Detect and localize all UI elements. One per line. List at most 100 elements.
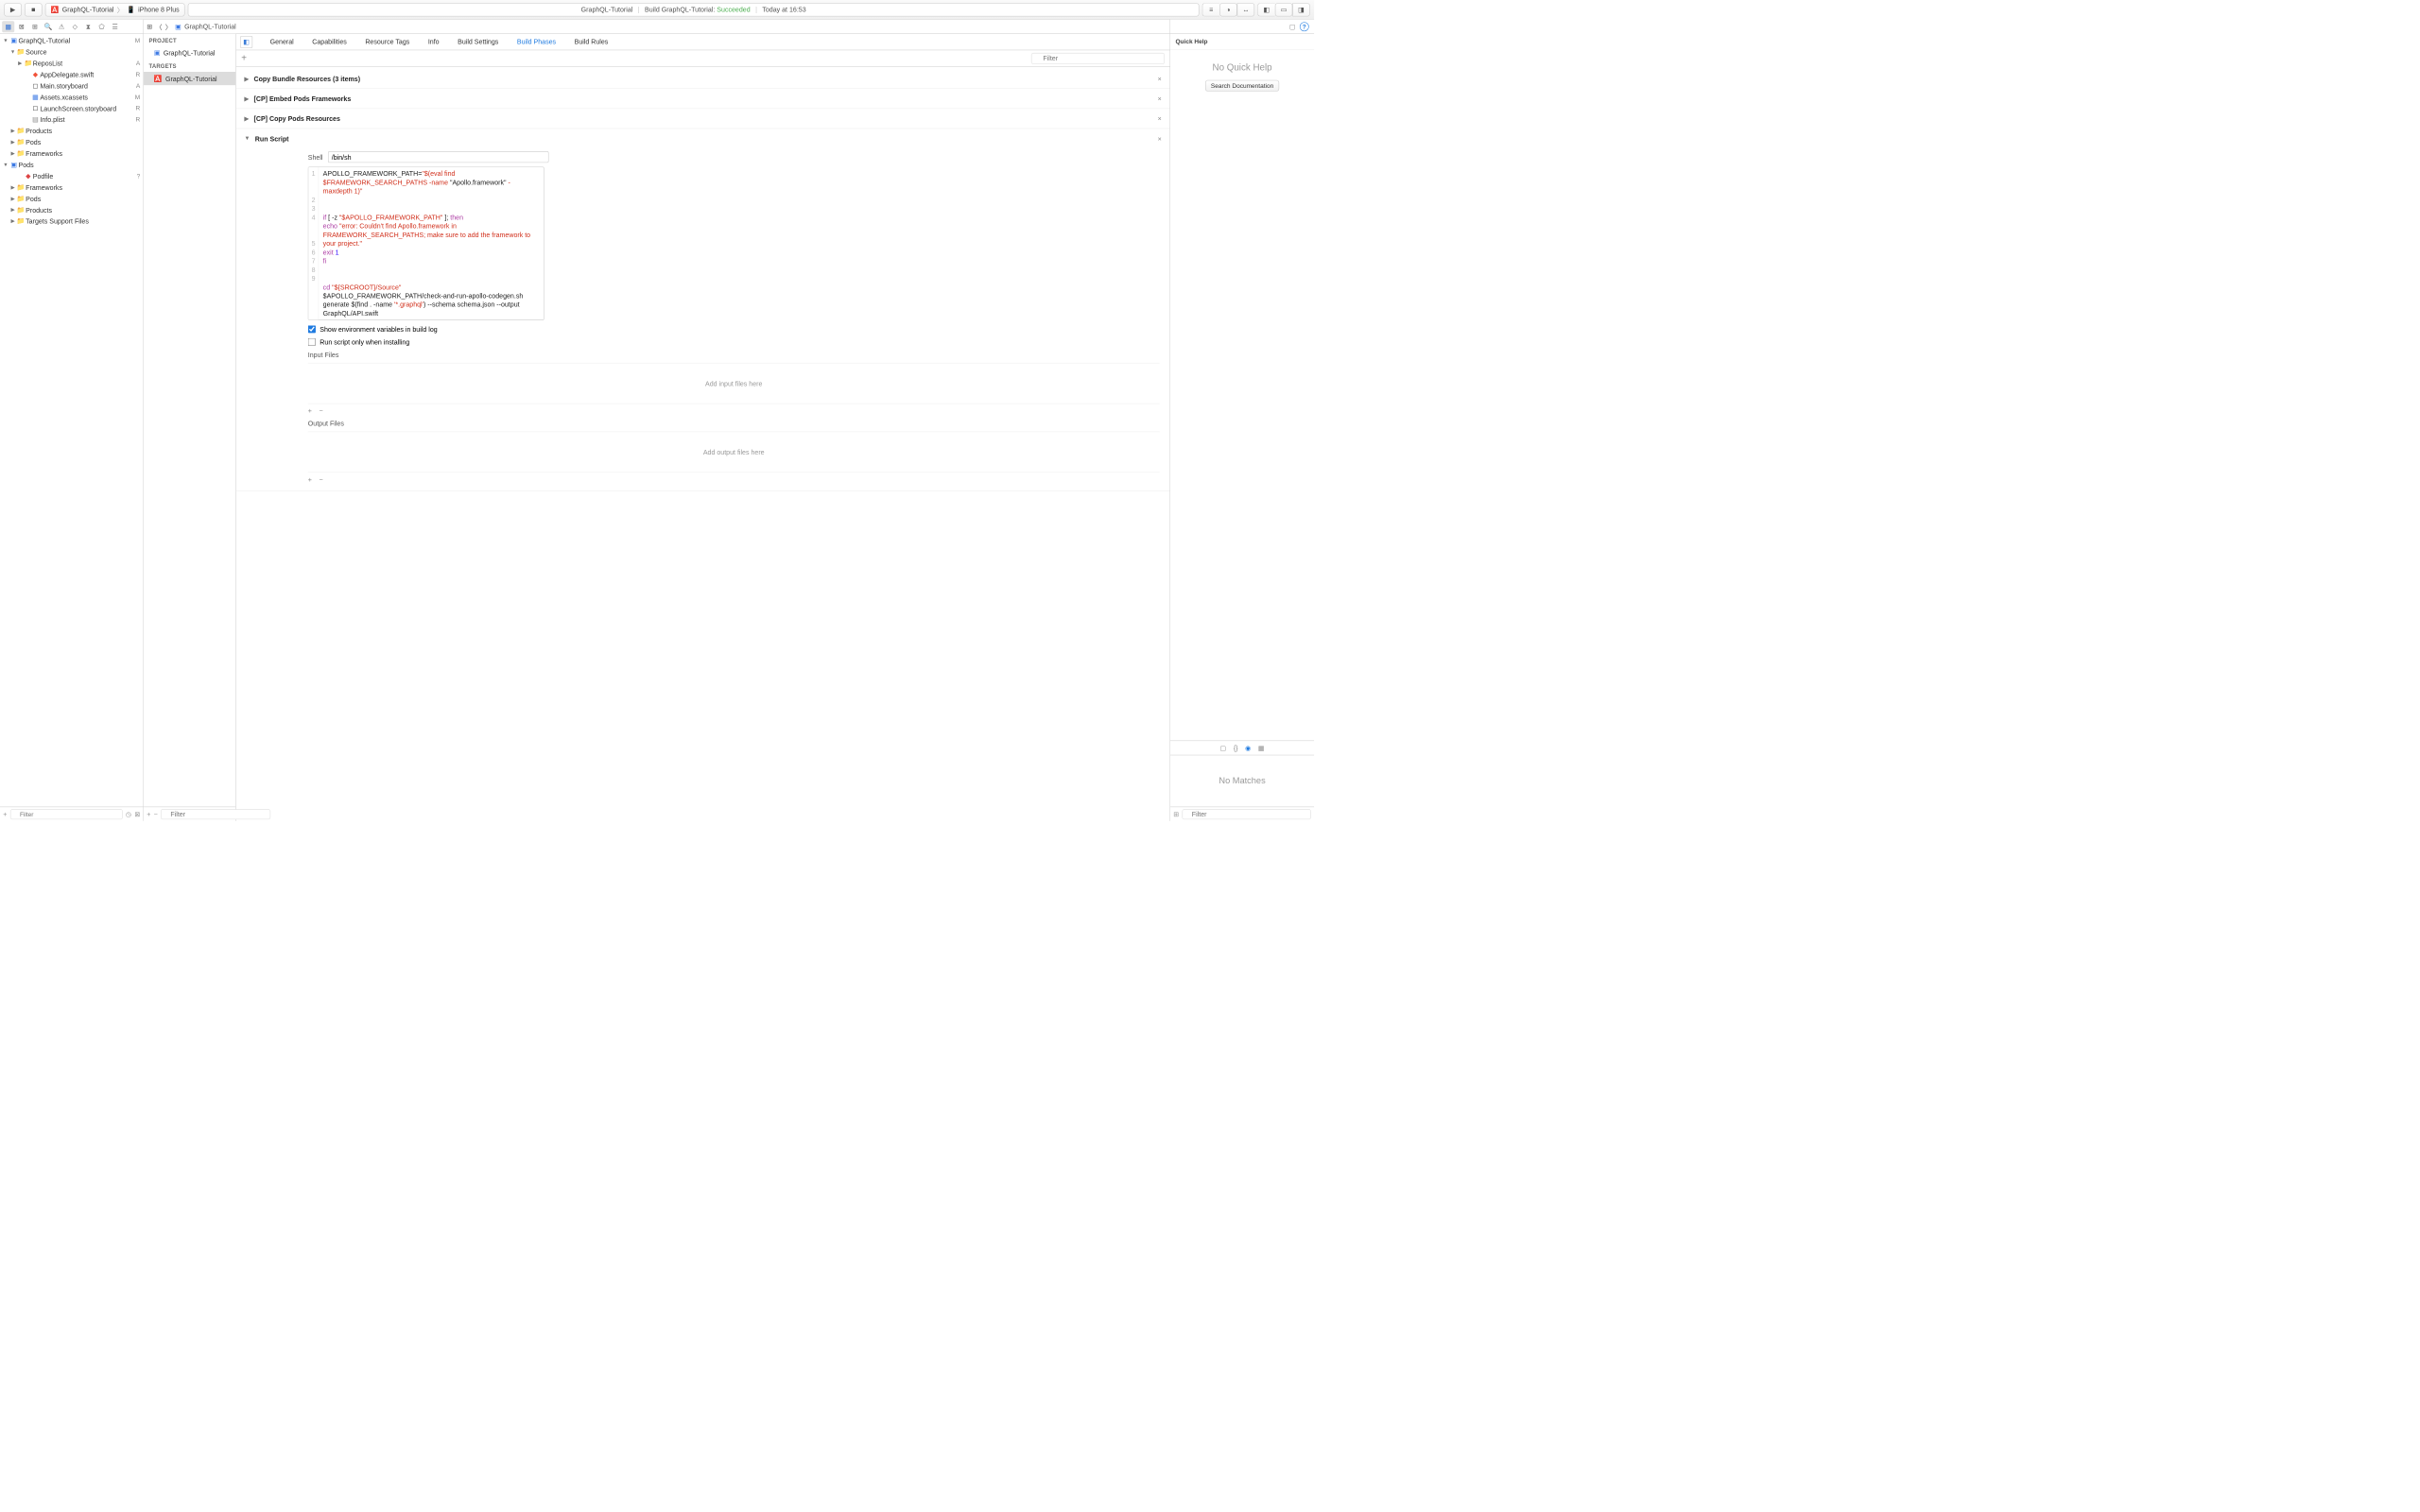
add-input-button[interactable]: +: [308, 407, 312, 415]
toggle-navigator-button[interactable]: ◧: [1257, 3, 1274, 16]
phase-copy-pods[interactable]: ▶[CP] Copy Pods Resources×: [236, 109, 1170, 129]
script-code[interactable]: APOLLO_FRAMEWORK_PATH="$(eval find $FRAM…: [319, 167, 544, 319]
tree-folder[interactable]: Pods: [26, 138, 140, 146]
forward-button[interactable]: 〉: [165, 22, 172, 31]
add-output-button[interactable]: +: [308, 475, 312, 483]
targets-header: TARGETS: [144, 60, 235, 72]
script-editor[interactable]: 1 234 56789 APOLLO_FRAMEWORK_PATH="$(eva…: [308, 166, 544, 319]
app-icon: 🅰️: [51, 6, 60, 14]
tab-capabilities[interactable]: Capabilities: [303, 34, 356, 50]
recent-icon[interactable]: ◷: [126, 810, 131, 818]
quick-help-tab[interactable]: ?: [1300, 22, 1309, 31]
close-icon[interactable]: ×: [1158, 94, 1162, 102]
output-files-drop[interactable]: Add output files here: [308, 432, 1160, 472]
scheme-selector[interactable]: 🅰️ GraphQL-Tutorial 〉 📱 iPhone 8 Plus: [45, 3, 185, 16]
tab-build-phases[interactable]: Build Phases: [508, 34, 565, 50]
phase-copy-bundle[interactable]: ▶Copy Bundle Resources (3 items)×: [236, 69, 1170, 89]
object-library-tab[interactable]: ◉: [1245, 744, 1251, 752]
tree-folder[interactable]: Targets Support Files: [26, 217, 140, 225]
grid-icon[interactable]: ⊞: [1173, 810, 1179, 818]
project-item[interactable]: ▣GraphQL-Tutorial: [144, 46, 235, 60]
assistant-editor-button[interactable]: ◑: [1219, 3, 1236, 16]
input-files-drop[interactable]: Add input files here: [308, 363, 1160, 404]
close-icon[interactable]: ×: [1158, 114, 1162, 122]
tab-info[interactable]: Info: [419, 34, 448, 50]
file-template-tab[interactable]: ▢: [1220, 744, 1227, 752]
breakpoint-navigator-tab[interactable]: ⬠: [95, 21, 108, 32]
shell-label: Shell: [308, 153, 323, 161]
add-button[interactable]: +: [3, 810, 7, 817]
tree-file[interactable]: AppDelegate.swift: [40, 71, 135, 78]
remove-target-button[interactable]: −: [154, 810, 158, 817]
scheme-name: GraphQL-Tutorial: [62, 6, 114, 13]
stop-button[interactable]: ■: [25, 3, 42, 16]
tree-file[interactable]: Info.plist: [40, 115, 135, 123]
tree-file[interactable]: Main.storyboard: [40, 82, 136, 90]
output-files-header: Output Files: [308, 420, 1160, 427]
version-editor-button[interactable]: ↔: [1237, 3, 1254, 16]
code-snippet-tab[interactable]: {}: [1234, 744, 1238, 751]
phase-embed-pods[interactable]: ▶[CP] Embed Pods Frameworks×: [236, 89, 1170, 109]
navigator-filter-input[interactable]: [10, 809, 123, 819]
related-items-icon[interactable]: ⊞: [147, 23, 152, 31]
remove-input-button[interactable]: −: [320, 407, 323, 415]
tab-resource-tags[interactable]: Resource Tags: [356, 34, 420, 50]
run-button[interactable]: ▶: [4, 3, 21, 16]
editor-tabs: ◧ General Capabilities Resource Tags Inf…: [236, 34, 1170, 50]
symbol-navigator-tab[interactable]: ⊞: [28, 21, 41, 32]
jump-bar[interactable]: ⊞ 〈〉 ▣GraphQL-Tutorial: [144, 20, 1169, 34]
close-icon[interactable]: ×: [1158, 75, 1162, 82]
inspector-area: ▢ ? Quick Help No Quick Help Search Docu…: [1170, 20, 1314, 821]
media-library-tab[interactable]: ▦: [1258, 744, 1265, 752]
remove-output-button[interactable]: −: [320, 475, 323, 483]
navigator-area: ▦ ⊠ ⊞ 🔍 ⚠ ◇ ⧗ ⬠ ☰ ▼▣GraphQL-TutorialM ▼📁…: [0, 20, 144, 821]
jumpbar-project[interactable]: GraphQL-Tutorial: [184, 23, 236, 30]
tree-folder[interactable]: Frameworks: [26, 149, 140, 157]
tree-file[interactable]: Assets.xcassets: [40, 94, 134, 101]
shell-input[interactable]: [328, 151, 548, 163]
editor-area: ⊞ 〈〉 ▣GraphQL-Tutorial PROJECT ▣GraphQL-…: [144, 20, 1170, 821]
library-filter-input[interactable]: [1182, 809, 1310, 819]
project-navigator-tab[interactable]: ▦: [2, 21, 14, 32]
scm-icon[interactable]: ⊠: [134, 810, 140, 818]
device-icon: 📱: [127, 6, 135, 14]
issue-navigator-tab[interactable]: ⚠: [56, 21, 68, 32]
show-targets-button[interactable]: ◧: [240, 36, 252, 48]
tab-general[interactable]: General: [261, 34, 303, 50]
phase-run-script[interactable]: ▼Run Script×: [236, 129, 1170, 148]
target-item[interactable]: 🅰️GraphQL-Tutorial: [144, 72, 235, 85]
tree-file[interactable]: LaunchScreen.storyboard: [40, 105, 135, 112]
search-documentation-button[interactable]: Search Documentation: [1205, 80, 1279, 92]
show-env-label: Show environment variables in build log: [320, 325, 437, 333]
toggle-inspector-button[interactable]: ◨: [1292, 3, 1309, 16]
tree-root[interactable]: Pods: [19, 161, 141, 168]
activity-view: GraphQL-Tutorial | Build GraphQL-Tutoria…: [188, 3, 1200, 16]
project-tree[interactable]: ▼▣GraphQL-TutorialM ▼📁Source ▶📁ReposList…: [0, 34, 143, 807]
show-env-checkbox[interactable]: [308, 325, 316, 333]
tree-root[interactable]: GraphQL-Tutorial: [19, 37, 135, 44]
add-phase-button[interactable]: +: [241, 53, 247, 63]
file-inspector-tab[interactable]: ▢: [1289, 23, 1296, 31]
source-control-navigator-tab[interactable]: ⊠: [15, 21, 27, 32]
tree-folder[interactable]: Source: [26, 48, 140, 56]
target-filter-bar: + −: [144, 807, 235, 821]
tree-file[interactable]: Podfile: [33, 172, 137, 180]
add-target-button[interactable]: +: [147, 810, 150, 817]
tab-build-settings[interactable]: Build Settings: [448, 34, 508, 50]
toggle-debug-button[interactable]: ▭: [1275, 3, 1292, 16]
tree-folder[interactable]: Products: [26, 127, 140, 134]
standard-editor-button[interactable]: ≡: [1202, 3, 1219, 16]
tree-folder[interactable]: Products: [26, 206, 140, 214]
back-button[interactable]: 〈: [155, 22, 162, 31]
test-navigator-tab[interactable]: ◇: [69, 21, 81, 32]
only-install-checkbox[interactable]: [308, 338, 316, 346]
tree-folder[interactable]: ReposList: [33, 60, 136, 67]
tree-folder[interactable]: Pods: [26, 195, 140, 202]
tree-folder[interactable]: Frameworks: [26, 183, 140, 191]
report-navigator-tab[interactable]: ☰: [109, 21, 121, 32]
phase-filter-input[interactable]: [1031, 53, 1165, 64]
debug-navigator-tab[interactable]: ⧗: [82, 21, 95, 32]
find-navigator-tab[interactable]: 🔍: [43, 21, 55, 32]
tab-build-rules[interactable]: Build Rules: [565, 34, 617, 50]
close-icon[interactable]: ×: [1158, 135, 1162, 143]
